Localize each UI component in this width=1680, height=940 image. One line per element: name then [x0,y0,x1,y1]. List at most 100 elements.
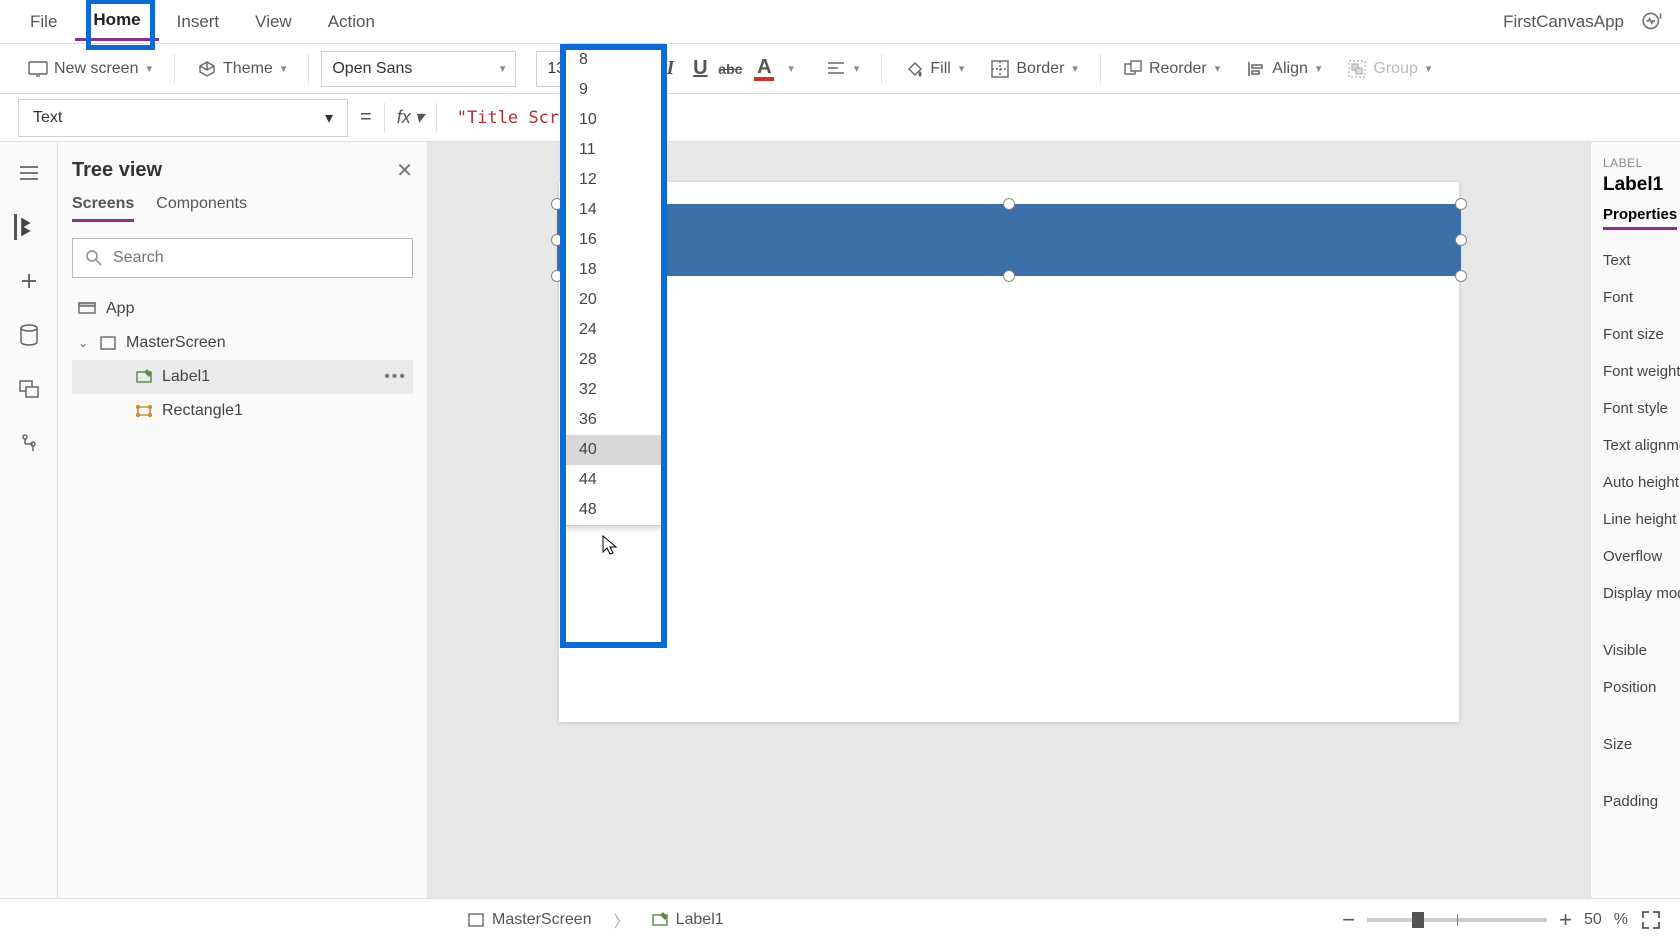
font-size-option[interactable]: 40 [565,435,661,465]
zoom-out-button[interactable]: − [1342,907,1355,933]
prop-row[interactable]: Font style [1603,390,1668,427]
breadcrumb-control[interactable]: Label1 [642,907,734,933]
rectangle-icon [136,403,152,419]
advanced-tools-icon[interactable] [16,430,42,456]
chevron-down-icon: ▾ [1072,62,1078,75]
tree-view-icon[interactable] [14,214,40,240]
underline-button[interactable]: U [688,57,712,81]
theme-button[interactable]: Theme ▾ [187,53,296,85]
new-screen-button[interactable]: New screen ▾ [18,53,162,85]
resize-handle[interactable] [1003,198,1015,210]
screen-icon [100,336,116,350]
tree-app-node[interactable]: App [72,292,413,326]
equals-sign: = [360,106,372,129]
prop-row[interactable]: Font size [1603,316,1668,353]
chevron-down-icon: ▾ [1316,62,1322,75]
prop-row[interactable]: Padding [1603,783,1668,820]
selected-label-control[interactable] [557,204,1461,276]
font-color-button[interactable]: A [748,55,780,83]
control-name: Label1 [1603,174,1668,196]
font-size-option[interactable]: 32 [565,375,661,405]
font-size-option[interactable]: 18 [565,255,661,285]
resize-handle[interactable] [551,234,563,246]
slider-thumb[interactable] [1412,912,1424,928]
align-button[interactable]: Align ▾ [1236,53,1331,85]
font-size-option[interactable]: 10 [565,105,661,135]
font-size-option[interactable]: 9 [565,75,661,105]
resize-handle[interactable] [1455,198,1467,210]
font-size-option[interactable]: 8 [565,45,661,75]
font-size-dropdown: 8 9 10 11 12 14 16 18 20 24 28 32 36 40 … [564,44,662,526]
resize-handle[interactable] [1003,270,1015,282]
app-checker-icon[interactable] [1640,8,1668,36]
resize-handle[interactable] [551,198,563,210]
resize-handle[interactable] [1455,270,1467,282]
font-size-option[interactable]: 44 [565,465,661,495]
reorder-icon [1123,59,1143,79]
text-align-button[interactable]: ▾ [816,55,870,83]
fullscreen-icon[interactable] [1640,909,1662,931]
prop-row[interactable]: Visible [1603,632,1668,669]
strikethrough-button[interactable]: abc [718,57,742,81]
font-size-option[interactable]: 14 [565,195,661,225]
canvas-screen[interactable] [559,182,1459,722]
prop-row[interactable]: Text alignment [1603,427,1668,464]
font-size-option[interactable]: 20 [565,285,661,315]
close-icon[interactable]: ✕ [396,158,413,183]
tab-components[interactable]: Components [156,195,247,222]
tree-label-node[interactable]: Label1 ••• [72,360,413,394]
tree-view-panel: Tree view ✕ Screens Components App ⌄ Mas… [58,142,428,898]
tree-screen-node[interactable]: ⌄ MasterScreen [72,326,413,360]
tab-properties[interactable]: Properties [1603,206,1677,230]
media-icon[interactable] [16,376,42,402]
prop-row[interactable]: Size [1603,726,1668,763]
zoom-slider[interactable] [1367,918,1547,922]
fx-button[interactable]: fx▾ [397,107,424,128]
prop-row[interactable]: Font weight [1603,353,1668,390]
font-family-select[interactable]: Open Sans ▾ [321,51,516,87]
resize-handle[interactable] [551,270,563,282]
font-size-option[interactable]: 36 [565,405,661,435]
properties-panel: LABEL Label1 Properties Text Font Font s… [1590,142,1680,898]
font-size-option[interactable]: 28 [565,345,661,375]
breadcrumb-screen[interactable]: MasterScreen [458,907,602,933]
prop-row[interactable]: Auto height [1603,464,1668,501]
tree-search[interactable] [72,238,413,278]
border-button[interactable]: Border ▾ [980,53,1088,85]
prop-row[interactable]: Text [1603,242,1668,279]
menu-insert[interactable]: Insert [159,4,238,40]
zoom-in-button[interactable]: + [1559,907,1572,933]
menu-home[interactable]: Home [75,2,158,41]
font-size-option[interactable]: 24 [565,315,661,345]
fx-divider [436,103,437,133]
font-size-option[interactable]: 48 [565,495,661,525]
chevron-down-icon: ▾ [325,108,333,128]
tree-rectangle-node[interactable]: Rectangle1 [72,394,413,428]
prop-row[interactable]: Overflow [1603,538,1668,575]
font-size-option[interactable]: 11 [565,135,661,165]
insert-icon[interactable] [16,268,42,294]
group-icon [1347,59,1367,79]
formula-bar: Text ▾ = fx▾ "Title Screen" [0,94,1680,142]
menu-action[interactable]: Action [310,4,393,40]
tab-screens[interactable]: Screens [72,195,134,222]
font-size-option[interactable]: 12 [565,165,661,195]
fill-button[interactable]: Fill ▾ [894,53,974,85]
chevron-down-icon: ▾ [854,62,860,75]
reorder-button[interactable]: Reorder ▾ [1113,53,1230,85]
resize-handle[interactable] [1455,234,1467,246]
prop-row[interactable]: Position [1603,669,1668,706]
hamburger-icon[interactable] [16,160,42,186]
property-select[interactable]: Text ▾ [18,99,348,137]
data-icon[interactable] [16,322,42,348]
prop-row[interactable]: Display mode [1603,575,1668,612]
menu-file[interactable]: File [12,4,75,40]
search-input[interactable] [113,249,400,267]
menu-view[interactable]: View [237,4,310,40]
font-size-option[interactable]: 16 [565,225,661,255]
font-color-icon: A [757,57,771,77]
more-icon[interactable]: ••• [384,368,407,386]
prop-row[interactable]: Line height [1603,501,1668,538]
prop-row[interactable]: Font [1603,279,1668,316]
chevron-down-icon[interactable]: ▾ [788,62,794,75]
